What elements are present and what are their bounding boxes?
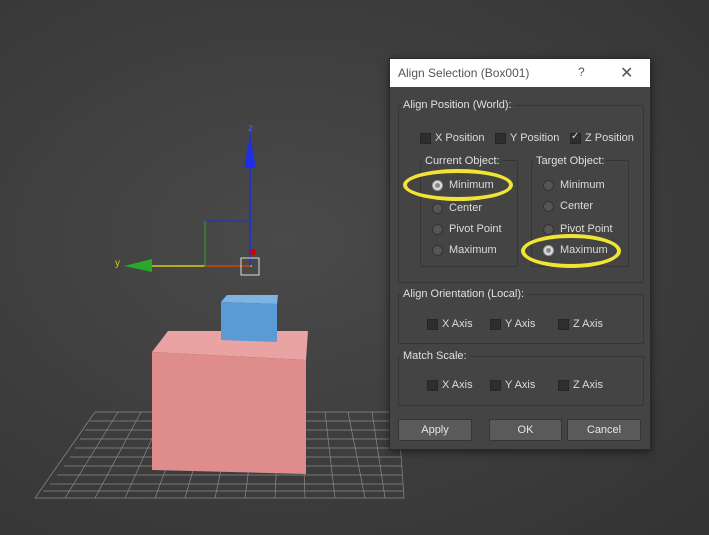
orient-y-box[interactable] (490, 318, 501, 330)
current-center-label: Center (449, 202, 483, 214)
scale-z-axis-checkbox[interactable]: Z Axis (558, 379, 603, 391)
dialog-titlebar[interactable]: Align Selection (Box001) ? ✕ (390, 59, 650, 87)
scale-y-label: Y Axis (505, 379, 536, 391)
align-position-label: Align Position (World): (401, 99, 514, 111)
scale-x-box[interactable] (427, 379, 438, 391)
current-center-dot[interactable] (432, 202, 443, 214)
current-maximum-radio[interactable]: Maximum (432, 244, 497, 256)
z-axis-label: z (248, 123, 253, 134)
target-minimum-dot[interactable] (543, 179, 554, 191)
y-position-label: Y Position (510, 132, 560, 144)
orient-x-axis-checkbox[interactable]: X Axis (427, 318, 473, 330)
y-position-checkbox[interactable]: Y Position (495, 132, 559, 144)
current-pivot-radio[interactable]: Pivot Point (432, 223, 502, 235)
blue-box[interactable] (221, 295, 278, 342)
scale-y-box[interactable] (490, 379, 501, 391)
pink-box[interactable] (152, 331, 308, 474)
y-position-box[interactable] (495, 132, 506, 144)
current-pivot-label: Pivot Point (449, 223, 502, 235)
align-orientation-label: Align Orientation (Local): (401, 288, 527, 300)
current-maximum-dot[interactable] (432, 244, 443, 256)
apply-button[interactable]: Apply (398, 419, 472, 441)
orient-z-box[interactable] (558, 318, 569, 330)
cancel-button[interactable]: Cancel (567, 419, 641, 441)
z-position-box[interactable] (570, 131, 581, 144)
orient-y-axis-checkbox[interactable]: Y Axis (490, 318, 535, 330)
match-scale-label: Match Scale: (401, 350, 469, 362)
scale-y-axis-checkbox[interactable]: Y Axis (490, 379, 535, 391)
orient-x-box[interactable] (427, 318, 438, 330)
orient-z-axis-checkbox[interactable]: Z Axis (558, 318, 603, 330)
target-minimum-label: Minimum (560, 179, 605, 191)
current-center-radio[interactable]: Center (432, 202, 482, 214)
target-center-dot[interactable] (543, 200, 554, 212)
current-maximum-label: Maximum (449, 244, 497, 256)
close-icon[interactable]: ✕ (620, 63, 633, 83)
target-pivot-dot[interactable] (543, 223, 554, 235)
x-position-checkbox[interactable]: X Position (420, 132, 485, 144)
current-pivot-dot[interactable] (432, 223, 443, 235)
align-selection-dialog: Align Selection (Box001) ? ✕ Align Posit… (389, 58, 651, 450)
target-object-label: Target Object: (534, 155, 607, 167)
dialog-title: Align Selection (Box001) (398, 66, 530, 80)
scale-x-label: X Axis (442, 379, 473, 391)
target-center-label: Center (560, 200, 594, 212)
current-object-label: Current Object: (423, 155, 502, 167)
highlight-target-maximum (521, 234, 621, 268)
highlight-current-minimum (403, 169, 513, 201)
transform-gizmo[interactable] (124, 134, 260, 276)
target-minimum-radio[interactable]: Minimum (543, 179, 605, 191)
z-position-label: Z Position (585, 132, 634, 144)
x-position-label: X Position (435, 132, 485, 144)
x-position-box[interactable] (420, 132, 431, 144)
y-axis-label: y (115, 258, 120, 269)
help-icon[interactable]: ? (578, 65, 585, 79)
orient-z-label: Z Axis (573, 318, 603, 330)
orient-x-label: X Axis (442, 318, 473, 330)
scale-x-axis-checkbox[interactable]: X Axis (427, 379, 473, 391)
orient-y-label: Y Axis (505, 318, 536, 330)
scale-z-label: Z Axis (573, 379, 603, 391)
z-position-checkbox[interactable]: Z Position (570, 131, 634, 144)
target-center-radio[interactable]: Center (543, 200, 593, 212)
scale-z-box[interactable] (558, 379, 569, 391)
ok-button[interactable]: OK (489, 419, 562, 441)
